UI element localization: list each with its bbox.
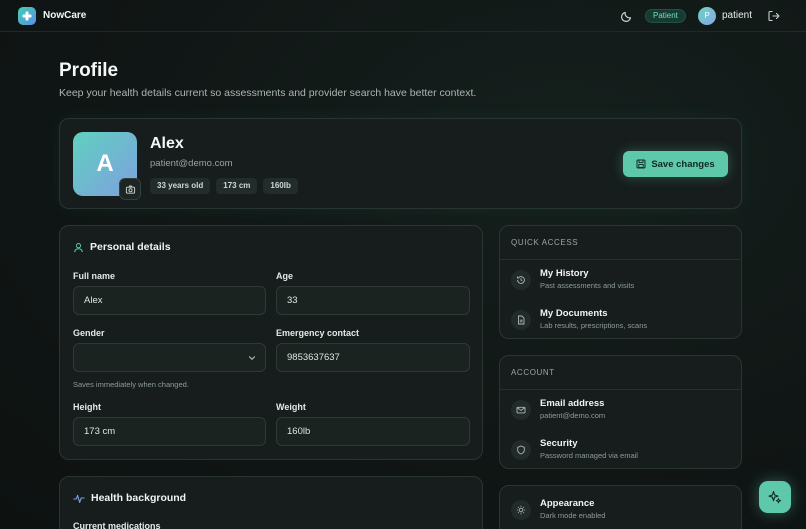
full-name-input[interactable]: Alex [73,286,266,315]
appearance-sub: Dark mode enabled [540,511,606,520]
app-logo-icon[interactable] [18,7,36,25]
user-avatar[interactable]: P [698,7,716,25]
role-badge: Patient [645,9,686,23]
profile-email: patient@demo.com [150,158,233,169]
dark-mode-toggle-icon[interactable] [620,9,634,23]
appearance-card[interactable]: Appearance Dark mode enabled [499,485,742,529]
personal-details-header: Personal details [73,241,171,253]
height-input[interactable]: 173 cm [73,417,266,446]
mail-icon [511,400,531,420]
page-subtitle: Keep your health details current so asse… [59,87,477,99]
weight-input[interactable]: 160lb [276,417,470,446]
save-icon [636,159,646,169]
appearance-title: Appearance [540,498,595,509]
divider [500,259,741,260]
person-icon [73,242,84,253]
account-caption: ACCOUNT [511,368,555,377]
current-medications-label: Current medications [73,521,161,529]
camera-icon [125,184,136,195]
security-title: Security [540,438,578,449]
divider [500,389,741,390]
full-name-label: Full name [73,271,116,281]
my-documents-sub: Lab results, prescriptions, scans [540,321,648,330]
emergency-contact-label: Emergency contact [276,328,360,338]
profile-chips: 33 years old 173 cm 160lb [150,178,298,194]
gender-label: Gender [73,328,105,338]
gender-hint: Saves immediately when changed. [73,380,189,389]
gender-select[interactable] [73,343,266,372]
health-background-header: Health background [73,492,186,504]
app-name: NowCare [43,10,87,21]
weight-chip: 160lb [263,178,298,194]
save-changes-label: Save changes [651,158,715,170]
email-address-sub: patient@demo.com [540,411,606,420]
logout-icon[interactable] [767,9,781,23]
my-history-sub: Past assessments and visits [540,281,635,290]
health-background-card: Health background Current medications [59,476,483,529]
assistant-fab-button[interactable] [759,481,791,513]
document-icon [511,310,531,330]
age-label: Age [276,271,294,281]
email-address-title: Email address [540,398,605,409]
health-background-title: Health background [91,492,187,504]
age-input[interactable]: 33 [276,286,470,315]
emergency-contact-input[interactable]: 9853637637 [276,343,470,372]
age-chip: 33 years old [150,178,211,194]
save-changes-button[interactable]: Save changes [623,151,728,177]
account-card: ACCOUNT Email address patient@demo.com S… [499,355,742,469]
quick-access-card: QUICK ACCESS My History Past assessments… [499,225,742,339]
user-name[interactable]: patient [722,10,752,21]
my-history-title: My History [540,268,589,279]
profile-summary-card: A Alex patient@demo.com 33 years old 173… [59,118,742,209]
weight-label: Weight [276,402,306,412]
height-label: Height [73,402,101,412]
shield-icon [511,440,531,460]
personal-details-title: Personal details [90,241,171,253]
profile-name: Alex [150,135,184,152]
height-chip: 173 cm [216,178,258,194]
history-icon [511,270,531,290]
chevron-down-icon [248,354,256,362]
top-bar: NowCare Patient P patient [0,0,806,32]
security-sub: Password managed via email [540,451,638,460]
change-photo-button[interactable] [119,178,141,200]
personal-details-card: Personal details Full name Alex Age 33 G… [59,225,483,460]
my-documents-title: My Documents [540,308,608,319]
sparkle-icon [767,489,783,505]
pulse-icon [73,493,85,504]
quick-access-caption: QUICK ACCESS [511,238,579,247]
page-title: Profile [59,60,119,81]
sun-icon [511,500,531,520]
